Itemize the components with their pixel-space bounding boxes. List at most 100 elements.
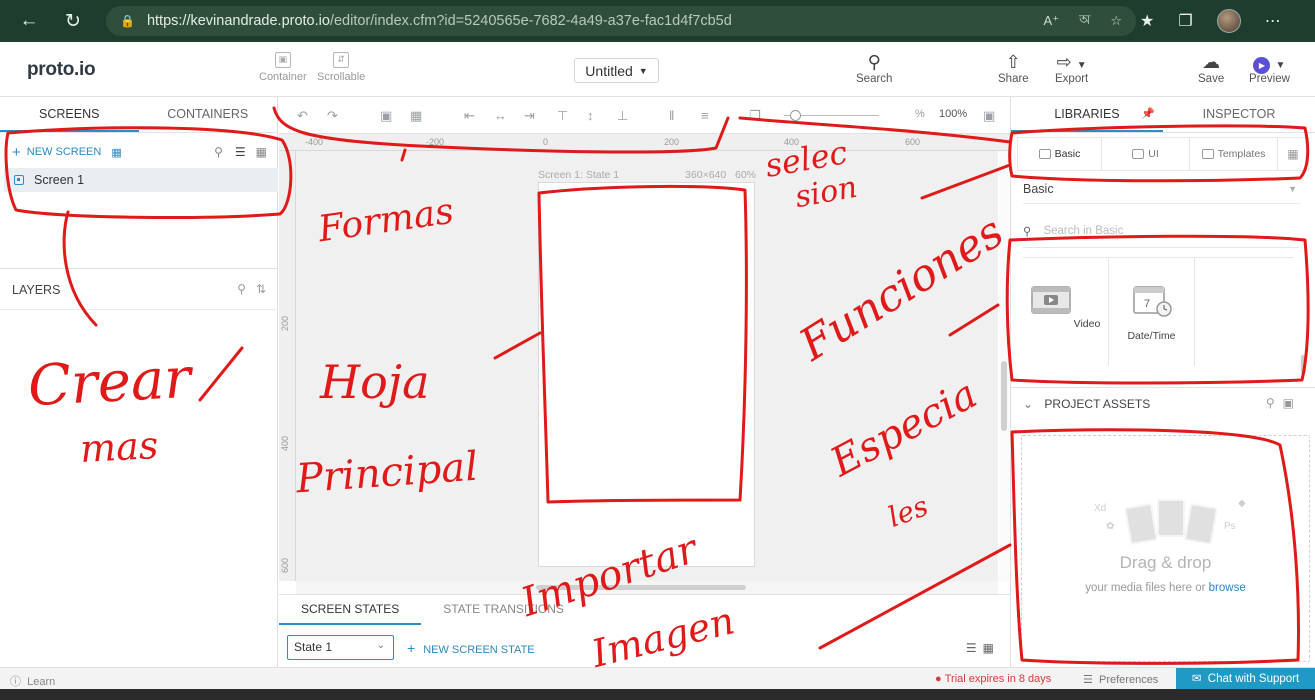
share-button[interactable]: ⇧ Share [998,51,1029,85]
lib-tab-basic[interactable]: Basic [1018,138,1102,170]
arrange-icon[interactable]: ❐ [749,108,761,124]
list-view-icon[interactable]: ☰ [966,641,983,655]
add-favorite-icon[interactable]: ☆ [1110,13,1122,29]
preferences-label: Preferences [1099,674,1159,686]
collections-icon[interactable]: ❐ [1178,11,1192,31]
address-bar[interactable]: 🔒 https://kevinandrade.proto.io/editor/i… [106,6,1136,36]
scrollable-label: Scrollable [317,71,366,83]
learn-link[interactable]: ⓘ Learn [10,673,55,689]
grid-view-icon[interactable]: ▦ [983,641,1000,655]
align-bottom-icon[interactable]: ⊥ [617,108,628,124]
chevron-down-icon: ⌄ [376,640,385,651]
align-middle-icon[interactable]: ↕ [587,108,594,123]
library-select[interactable]: Basic ▼ [1023,182,1301,204]
search-button[interactable]: ⚲ Search [856,51,892,85]
library-search-input[interactable]: Search in Basic [1043,225,1123,237]
lib-tab-label: Templates [1217,148,1266,160]
browser-toolbar: ← ↻ 🔒 https://kevinandrade.proto.io/edit… [0,0,1315,42]
project-title-select[interactable]: Untitled ▼ [574,58,659,83]
preferences-button[interactable]: ☰ Preferences [1083,673,1158,686]
save-button[interactable]: ☁ Save [1198,51,1224,85]
screen-list-item[interactable]: Screen 1 [4,168,278,192]
trial-notice[interactable]: ● Trial expires in 8 days [935,673,1051,685]
lib-tab-templates[interactable]: Templates [1190,138,1278,170]
lib-item-datetime[interactable]: 7 Date/Time [1109,258,1195,366]
ruler-tick: -200 [426,137,445,147]
tab-screens[interactable]: SCREENS [0,97,139,132]
status-bar: ⓘ Learn ● Trial expires in 8 days ☰ Pref… [0,667,1315,690]
align-right-icon[interactable]: ⇥ [524,108,535,124]
scrollbar-thumb[interactable] [1001,361,1007,431]
sort-icon[interactable]: ⇅ [256,282,266,296]
new-screen-state-button[interactable]: + NEW SCREEN STATE [407,640,535,656]
image-icon[interactable]: ▣ [1283,396,1302,410]
align-top-icon[interactable]: ⊤ [557,108,568,124]
search-icon[interactable]: ⚲ [237,282,246,296]
lib-tab-ui[interactable]: UI [1102,138,1190,170]
translate-icon[interactable]: অ [1079,11,1090,32]
preview-button[interactable]: ▶ ▼ Preview [1249,51,1290,85]
project-assets-label: PROJECT ASSETS [1044,397,1151,411]
new-screen-button[interactable]: NEW SCREEN [27,146,102,158]
scrollable-icon: ⇵ [333,52,350,68]
list-view-icon[interactable]: ☰ [235,145,246,159]
library-search[interactable]: ⚲ Search in Basic [1023,221,1301,241]
container-tool[interactable]: ▣ Container [259,52,307,83]
drag-drop-title: Drag & drop [1119,553,1212,572]
trial-label: Trial expires in 8 days [944,673,1052,685]
lib-item-video[interactable]: Video [1023,258,1109,366]
distribute-v-icon[interactable]: ≡ [701,108,709,123]
drag-drop-subtitle: your media files here or browse [1022,582,1309,594]
align-left-icon[interactable]: ⇤ [464,108,475,124]
distribute-h-icon[interactable]: ‖ [669,108,674,123]
tab-inspector[interactable]: INSPECTOR [1163,97,1315,132]
library-scrollbar[interactable] [1301,355,1306,373]
search-icon[interactable]: ⚲ [1266,396,1283,410]
artboard[interactable] [538,182,755,567]
fit-screen-icon[interactable]: ▣ [983,108,995,124]
more-icon[interactable]: ⋯ [1265,11,1281,31]
project-assets-header[interactable]: ⌄ PROJECT ASSETS ⚲▣ [1011,387,1315,419]
align-center-icon[interactable]: ↔ [494,108,507,123]
annotation-crear: Crear [26,345,193,420]
canvas-vertical-scrollbar[interactable] [999,151,1009,581]
reload-icon[interactable]: ↻ [54,0,92,42]
zoom-slider-handle[interactable] [790,110,801,121]
export-button[interactable]: ⇨ ▼ Export [1055,51,1088,85]
undo-icon[interactable]: ↶ [297,108,308,124]
video-file-icon [1123,502,1159,546]
browse-link[interactable]: browse [1209,582,1246,594]
lib-tab-label: Basic [1054,148,1081,160]
screen-name: Screen 1: State 1 [538,169,620,181]
search-icon[interactable]: ⚲ [214,145,223,159]
ruler-left: 200 400 600 [279,151,296,581]
add-folder-icon[interactable]: ▦ [111,146,121,159]
chat-support-button[interactable]: ✉ Chat with Support [1176,668,1315,690]
ungroup-icon[interactable]: ▦ [410,108,422,124]
favorites-icon[interactable]: ★ [1140,11,1154,31]
grid-icon: ▦ [1287,147,1299,161]
grid-view-icon[interactable]: ▦ [256,145,267,159]
library-tabs: Basic UI Templates ▦ [1017,137,1309,171]
media-dropzone[interactable]: Xd ✿ Ps ◆ Drag & drop your media files h… [1021,435,1310,662]
pin-icon[interactable]: 📌 [1141,107,1155,120]
read-aloud-icon[interactable]: A⁺ [1044,13,1060,29]
file-types-illustration [1123,499,1219,546]
caret-down-icon: ▼ [638,65,648,76]
url-path: /editor/index.cfm?id=5240565e-7682-4a49-… [329,13,732,29]
tab-screen-states[interactable]: SCREEN STATES [279,595,422,625]
library-grid: Video 7 Date/Time [1023,247,1299,366]
search-label: Search [856,73,893,85]
lib-tab-label: UI [1148,148,1159,160]
group-icon[interactable]: ▣ [380,108,392,124]
scrollable-tool[interactable]: ⇵ Scrollable [317,52,365,83]
ps-label: Ps [1224,521,1236,532]
zoom-value[interactable]: 100% [939,108,967,120]
tab-containers[interactable]: CONTAINERS [139,97,278,132]
shapes-icon [1038,149,1051,159]
lib-tab-more[interactable]: ▦ [1278,138,1308,170]
state-select[interactable]: State 1 ⌄ [287,635,394,660]
redo-icon[interactable]: ↷ [327,108,338,124]
avatar[interactable] [1216,9,1241,33]
arrow-left-icon[interactable]: ← [10,0,48,42]
